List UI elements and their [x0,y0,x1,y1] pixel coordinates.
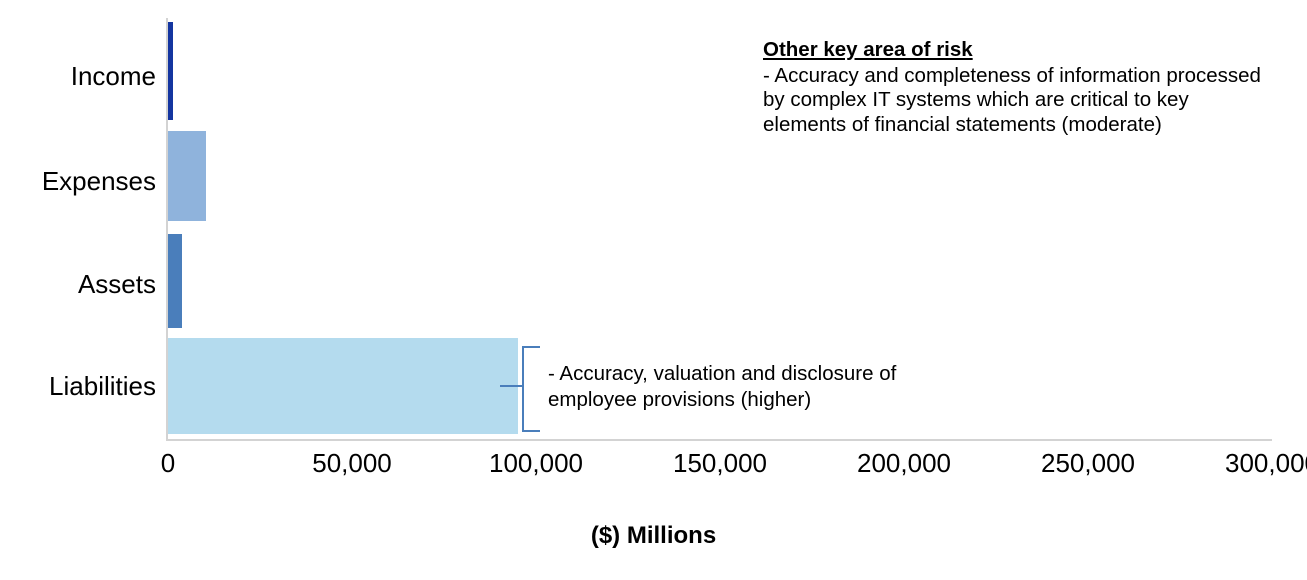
bar-row-assets [168,228,1272,333]
x-tick-0: 0 [160,448,176,478]
bar-assets[interactable] [168,233,182,328]
annotation-other-key-risk-heading: Other key area of risk [763,38,973,61]
x-tick-6: 300,000 [1225,448,1307,478]
annotation-other-key-risk-body: - Accuracy and completeness of informati… [763,63,1261,136]
x-tick-3: 150,000 [673,448,767,478]
y-axis-label-assets: Assets [77,269,156,299]
callout-bracket [522,346,540,432]
x-axis-title: ($) Millions [590,522,717,549]
bar-expenses[interactable] [168,130,206,221]
y-axis-label-expenses: Expenses [41,166,156,196]
y-axis-label-liabilities: Liabilities [49,371,156,401]
x-tick-1: 50,000 [312,448,392,478]
bar-row-expenses [168,123,1272,228]
y-axis-label-income: Income [70,61,156,91]
x-tick-4: 200,000 [857,448,951,478]
x-tick-5: 250,000 [1041,448,1135,478]
bar-liabilities[interactable] [168,337,518,434]
x-tick-2: 100,000 [489,448,583,478]
bar-chart-figure: Income Expenses Assets Liabilities 0 50,… [0,0,1307,580]
callout-leader-line [500,385,523,387]
annotation-liabilities-callout: - Accuracy, valuation and disclosure of … [548,362,897,411]
bar-income[interactable] [168,21,174,120]
x-axis-line [168,439,1272,441]
annotation-other-key-risk: Other key area of risk - Accuracy and co… [763,38,1263,137]
